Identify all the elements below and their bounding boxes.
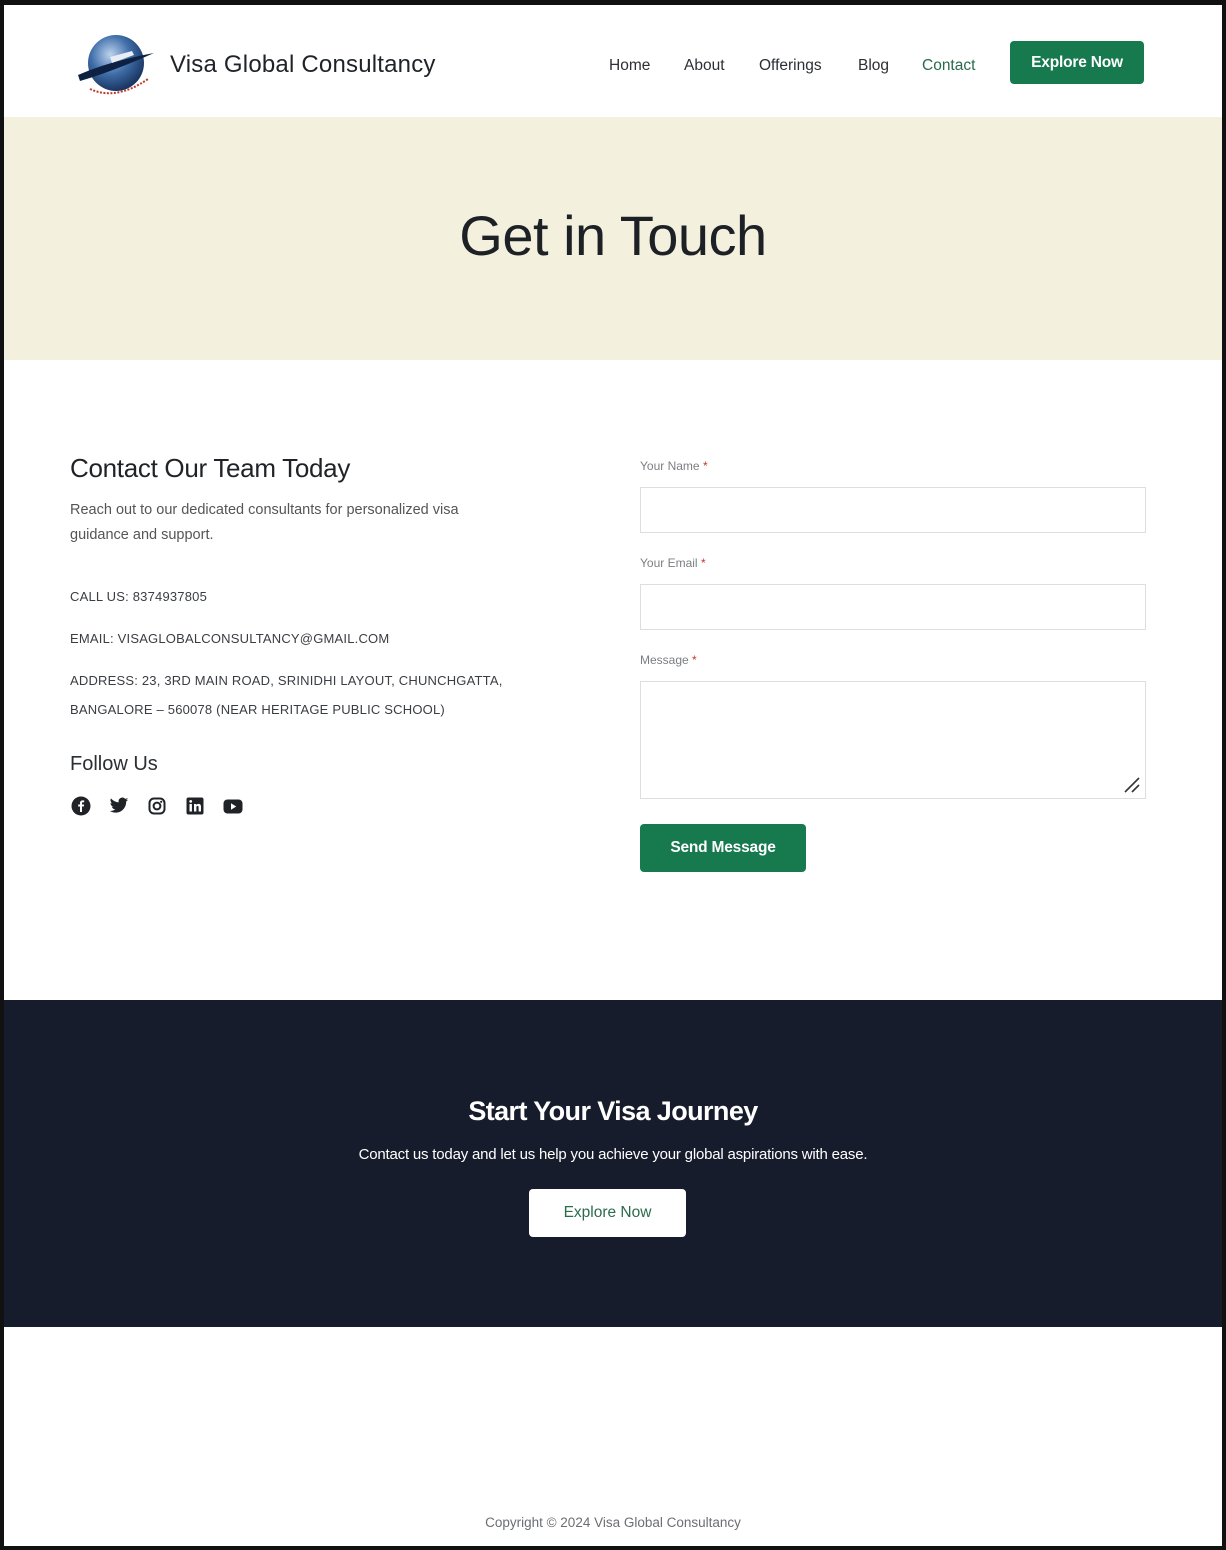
email-label-text: Your Email [640, 556, 698, 570]
nav-about[interactable]: About [684, 57, 725, 75]
cta-section: Start Your Visa Journey Contact us today… [4, 1000, 1222, 1327]
phone-info: CALL US: 8374937805 [70, 589, 208, 604]
page-title: Get in Touch [459, 204, 767, 267]
email-field[interactable] [640, 584, 1146, 630]
address-line-1: ADDRESS: 23, 3RD MAIN ROAD, SRINIDHI LAY… [70, 673, 503, 688]
page-frame: Visa Global Consultancy Home About Offer… [0, 0, 1226, 1550]
required-mark: * [692, 653, 697, 667]
cta-explore-now-button[interactable]: Explore Now [529, 1189, 686, 1237]
linkedin-icon[interactable] [184, 795, 206, 817]
send-message-label: Send Message [670, 839, 776, 856]
nav-blog[interactable]: Blog [858, 57, 889, 75]
explore-now-label: Explore Now [1031, 53, 1123, 71]
email-info: EMAIL: VISAGLOBALCONSULTANCY@GMAIL.COM [70, 631, 390, 646]
facebook-icon[interactable] [70, 795, 92, 817]
name-label-text: Your Name [640, 459, 700, 473]
site-header: Visa Global Consultancy Home About Offer… [4, 5, 1222, 117]
address-line-2: BANGALORE – 560078 (NEAR HERITAGE PUBLIC… [70, 702, 445, 717]
message-field[interactable] [640, 681, 1146, 799]
youtube-icon[interactable] [222, 795, 244, 817]
copyright-text: Copyright © 2024 Visa Global Consultancy [485, 1515, 741, 1530]
resize-handle-icon[interactable] [1121, 774, 1141, 794]
nav-offerings[interactable]: Offerings [759, 57, 822, 75]
instagram-icon[interactable] [146, 795, 168, 817]
required-mark: * [702, 459, 708, 473]
twitter-icon[interactable] [108, 795, 130, 817]
message-label: Message * [640, 653, 697, 667]
hero-banner: Get in Touch [4, 117, 1222, 360]
cta-text: Contact us today and let us help you ach… [358, 1146, 868, 1163]
name-label: Your Name * [640, 459, 708, 473]
send-message-button[interactable]: Send Message [640, 824, 806, 872]
follow-title: Follow Us [70, 753, 158, 775]
contact-description: Reach out to our dedicated consultants f… [70, 502, 459, 543]
nav-home[interactable]: Home [609, 57, 650, 75]
name-field[interactable] [640, 487, 1146, 533]
explore-now-button[interactable]: Explore Now [1010, 41, 1144, 84]
contact-title: Contact Our Team Today [70, 453, 351, 483]
contact-info: Contact Our Team Today Reach out to our … [70, 453, 550, 816]
cta-title: Start Your Visa Journey [468, 1096, 758, 1126]
message-label-text: Message [640, 653, 689, 667]
cta-explore-now-label: Explore Now [563, 1204, 652, 1221]
required-mark: * [700, 556, 706, 570]
email-label: Your Email * [640, 556, 706, 570]
nav-contact[interactable]: Contact [922, 57, 975, 75]
